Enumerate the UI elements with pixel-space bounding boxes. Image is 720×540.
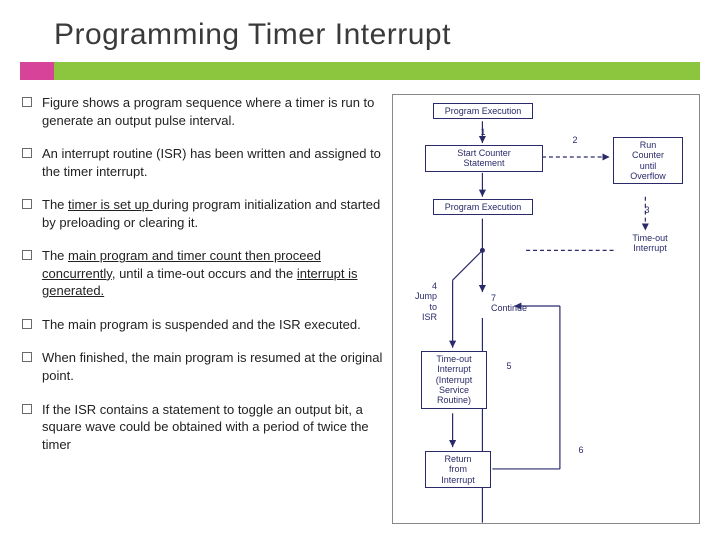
label-step-2: 2 — [563, 135, 587, 145]
box-start-counter: Start Counter Statement — [425, 145, 543, 172]
bullet-text: When finished, the main program is resum… — [42, 350, 382, 383]
label-step-5: 5 — [497, 361, 521, 371]
bullet-text: , until a time-out occurs and the — [112, 266, 297, 281]
label-jump-isr: Jump to ISR — [415, 291, 437, 322]
flow-diagram: Program Execution 1 2 Start Counter Stat… — [392, 94, 700, 524]
label-timeout-interrupt: Time-out Interrupt — [615, 233, 685, 254]
box-program-execution-mid: Program Execution — [433, 199, 533, 215]
label-continue: Continue — [491, 303, 527, 313]
box-program-execution-top: Program Execution — [433, 103, 533, 119]
list-item: The main program is suspended and the IS… — [20, 316, 386, 334]
list-item: Figure shows a program sequence where a … — [20, 94, 386, 129]
box-run-counter: Run Counter until Overflow — [613, 137, 683, 184]
accent-pink — [20, 62, 54, 80]
list-item: When finished, the main program is resum… — [20, 349, 386, 384]
list-item: The timer is set up during program initi… — [20, 196, 386, 231]
label-step-3: 3 — [635, 205, 659, 215]
bullet-text: Figure shows a program sequence where a … — [42, 95, 374, 128]
bullet-list: Figure shows a program sequence where a … — [20, 94, 386, 524]
label-step-4: 4 — [432, 281, 437, 291]
bullet-underline: timer is set up — [68, 197, 153, 212]
bullet-text: The main program is suspended and the IS… — [42, 317, 361, 332]
bullet-text: The — [42, 197, 68, 212]
label-step-1: 1 — [471, 127, 495, 137]
accent-bar — [20, 62, 700, 80]
box-return-interrupt: Return from Interrupt — [425, 451, 491, 488]
list-item: The main program and timer count then pr… — [20, 247, 386, 300]
slide-title: Programming Timer Interrupt — [0, 0, 720, 60]
label-step-6: 6 — [569, 445, 593, 455]
label-step-7: 7 — [491, 293, 496, 303]
accent-green — [54, 62, 700, 80]
list-item: An interrupt routine (ISR) has been writ… — [20, 145, 386, 180]
list-item: If the ISR contains a statement to toggl… — [20, 401, 386, 454]
label-step-4-jump: 4Jump to ISR — [393, 281, 437, 322]
bullet-text: If the ISR contains a statement to toggl… — [42, 402, 369, 452]
bullet-text: The — [42, 248, 68, 263]
content-row: Figure shows a program sequence where a … — [0, 80, 720, 524]
label-step-7-continue: 7Continue — [491, 293, 551, 314]
box-timeout-isr: Time-out Interrupt (Interrupt Service Ro… — [421, 351, 487, 409]
bullet-text: An interrupt routine (ISR) has been writ… — [42, 146, 381, 179]
